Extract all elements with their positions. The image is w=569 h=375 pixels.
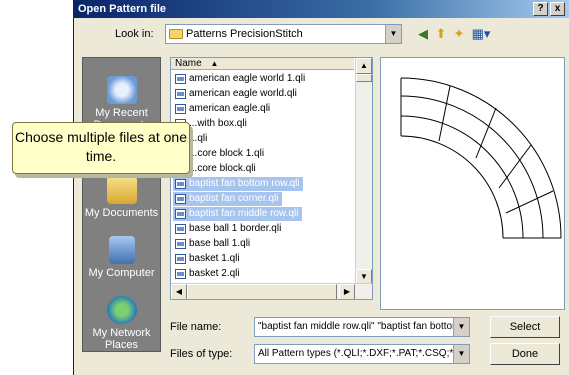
- pattern-file-icon: [175, 194, 186, 204]
- vertical-scrollbar[interactable]: ▲ ▼: [355, 58, 372, 285]
- help-button[interactable]: ?: [533, 2, 548, 16]
- pattern-file-icon: [175, 254, 186, 264]
- file-name-text: american eagle world.qli: [189, 88, 297, 99]
- file-name-text: ...core block 1.qli: [189, 148, 265, 159]
- place-my-documents[interactable]: My Documents: [83, 176, 160, 219]
- file-name-text: ...qli: [189, 133, 208, 144]
- pattern-file-icon: [175, 179, 186, 189]
- file-list-item[interactable]: basket 1.qli: [173, 252, 243, 266]
- recent-documents-icon: [106, 76, 137, 104]
- scroll-thumb[interactable]: [356, 74, 372, 82]
- network-places-icon: [106, 296, 137, 324]
- file-list-item[interactable]: american eagle world.qli: [173, 87, 300, 101]
- callout-text: Choose multiple files at one time.: [15, 129, 187, 164]
- pattern-file-icon: [175, 239, 186, 249]
- select-button[interactable]: Select: [490, 316, 560, 338]
- place-network[interactable]: My Network Places: [83, 296, 160, 351]
- file-name-label: File name:: [170, 321, 222, 333]
- file-list-item[interactable]: basket 2.qli: [173, 267, 243, 281]
- scroll-up-button[interactable]: ▲: [356, 58, 372, 74]
- scroll-left-button[interactable]: ◀: [171, 284, 187, 299]
- file-list-item[interactable]: american eagle world 1.qli: [173, 72, 308, 86]
- window-title: Open Pattern file: [78, 3, 167, 15]
- views-menu-icon[interactable]: ▦▾: [468, 25, 494, 43]
- place-label: My Network Places: [92, 327, 151, 351]
- open-pattern-dialog: Open Pattern file ? x Look in: Patterns …: [73, 0, 569, 375]
- file-type-label: Files of type:: [170, 348, 233, 360]
- file-name-text: ...with box.qli: [189, 118, 247, 129]
- file-name-text: base ball 1.qli: [189, 238, 251, 249]
- file-name-text: baptist fan corner.qli: [189, 193, 279, 204]
- file-list-item[interactable]: baptist fan corner.qli: [173, 192, 282, 206]
- column-header-label: Name: [175, 58, 202, 69]
- file-name-field[interactable]: "baptist fan middle row.qli" "baptist fa…: [254, 317, 470, 337]
- back-icon[interactable]: ◀: [414, 25, 432, 43]
- look-in-value: Patterns PrecisionStitch: [186, 28, 303, 40]
- horizontal-scrollbar[interactable]: ◀ ▶: [171, 283, 372, 299]
- file-name-text: american eagle world 1.qli: [189, 73, 306, 84]
- sort-ascending-icon: ▲: [210, 59, 219, 68]
- file-list-item[interactable]: baptist fan middle row.qli: [173, 207, 302, 221]
- pattern-file-icon: [175, 209, 186, 219]
- pattern-file-icon: [175, 269, 186, 279]
- my-computer-icon: [108, 236, 135, 264]
- my-documents-icon: [106, 176, 137, 204]
- file-name-text: baptist fan middle row.qli: [189, 208, 299, 219]
- title-bar: Open Pattern file ? x: [74, 0, 569, 18]
- pattern-preview: [380, 57, 565, 310]
- pattern-file-icon: [175, 104, 186, 114]
- place-my-computer[interactable]: My Computer: [83, 236, 160, 279]
- up-folder-icon[interactable]: ⬆: [432, 25, 450, 43]
- places-bar: My Recent Documents My Documents My Comp…: [82, 57, 161, 352]
- file-list-item[interactable]: base ball 1 border.qli: [173, 222, 284, 236]
- chevron-down-icon[interactable]: ▼: [453, 345, 469, 363]
- done-button[interactable]: Done: [490, 343, 560, 365]
- file-list-item[interactable]: baptist fan bottom row.qli: [173, 177, 303, 191]
- file-list-item[interactable]: base ball 1.qli: [173, 237, 253, 251]
- file-type-dropdown[interactable]: All Pattern types (*.QLI;*.DXF;*.PAT;*.C…: [254, 344, 470, 364]
- name-column-header[interactable]: Name ▲: [171, 58, 354, 70]
- file-name-value: "baptist fan middle row.qli" "baptist fa…: [258, 321, 467, 332]
- file-name-text: basket 2.qli: [189, 268, 240, 279]
- file-name-text: basket 1.qli: [189, 253, 240, 264]
- chevron-down-icon[interactable]: ▼: [385, 25, 401, 43]
- new-folder-icon[interactable]: ✦: [450, 25, 468, 43]
- horizontal-scroll-thumb[interactable]: [187, 284, 337, 299]
- folder-icon: [169, 29, 183, 40]
- file-type-value: All Pattern types (*.QLI;*.DXF;*.PAT;*.C…: [258, 348, 470, 359]
- file-list[interactable]: Name ▲ american eagle world 1.qli america…: [170, 57, 373, 300]
- file-name-text: base ball 1 border.qli: [189, 223, 282, 234]
- pattern-file-icon: [175, 89, 186, 99]
- tooltip-callout: Choose multiple files at one time.: [12, 122, 190, 174]
- scroll-right-button[interactable]: ▶: [339, 284, 355, 299]
- place-label: My Documents: [84, 207, 159, 219]
- file-name-text: baptist fan bottom row.qli: [189, 178, 300, 189]
- pattern-file-icon: [175, 224, 186, 234]
- chevron-down-icon[interactable]: ▼: [453, 318, 469, 336]
- file-name-text: american eagle.qli: [189, 103, 271, 114]
- look-in-dropdown[interactable]: Patterns PrecisionStitch ▼: [165, 24, 402, 44]
- file-name-text: ...core block.qli: [189, 163, 256, 174]
- close-button[interactable]: x: [550, 2, 565, 16]
- fan-pattern-preview: [400, 77, 562, 239]
- pattern-file-icon: [175, 74, 186, 84]
- file-list-item[interactable]: american eagle.qli: [173, 102, 273, 116]
- place-label: My Computer: [88, 267, 155, 279]
- look-in-label: Look in:: [115, 28, 154, 40]
